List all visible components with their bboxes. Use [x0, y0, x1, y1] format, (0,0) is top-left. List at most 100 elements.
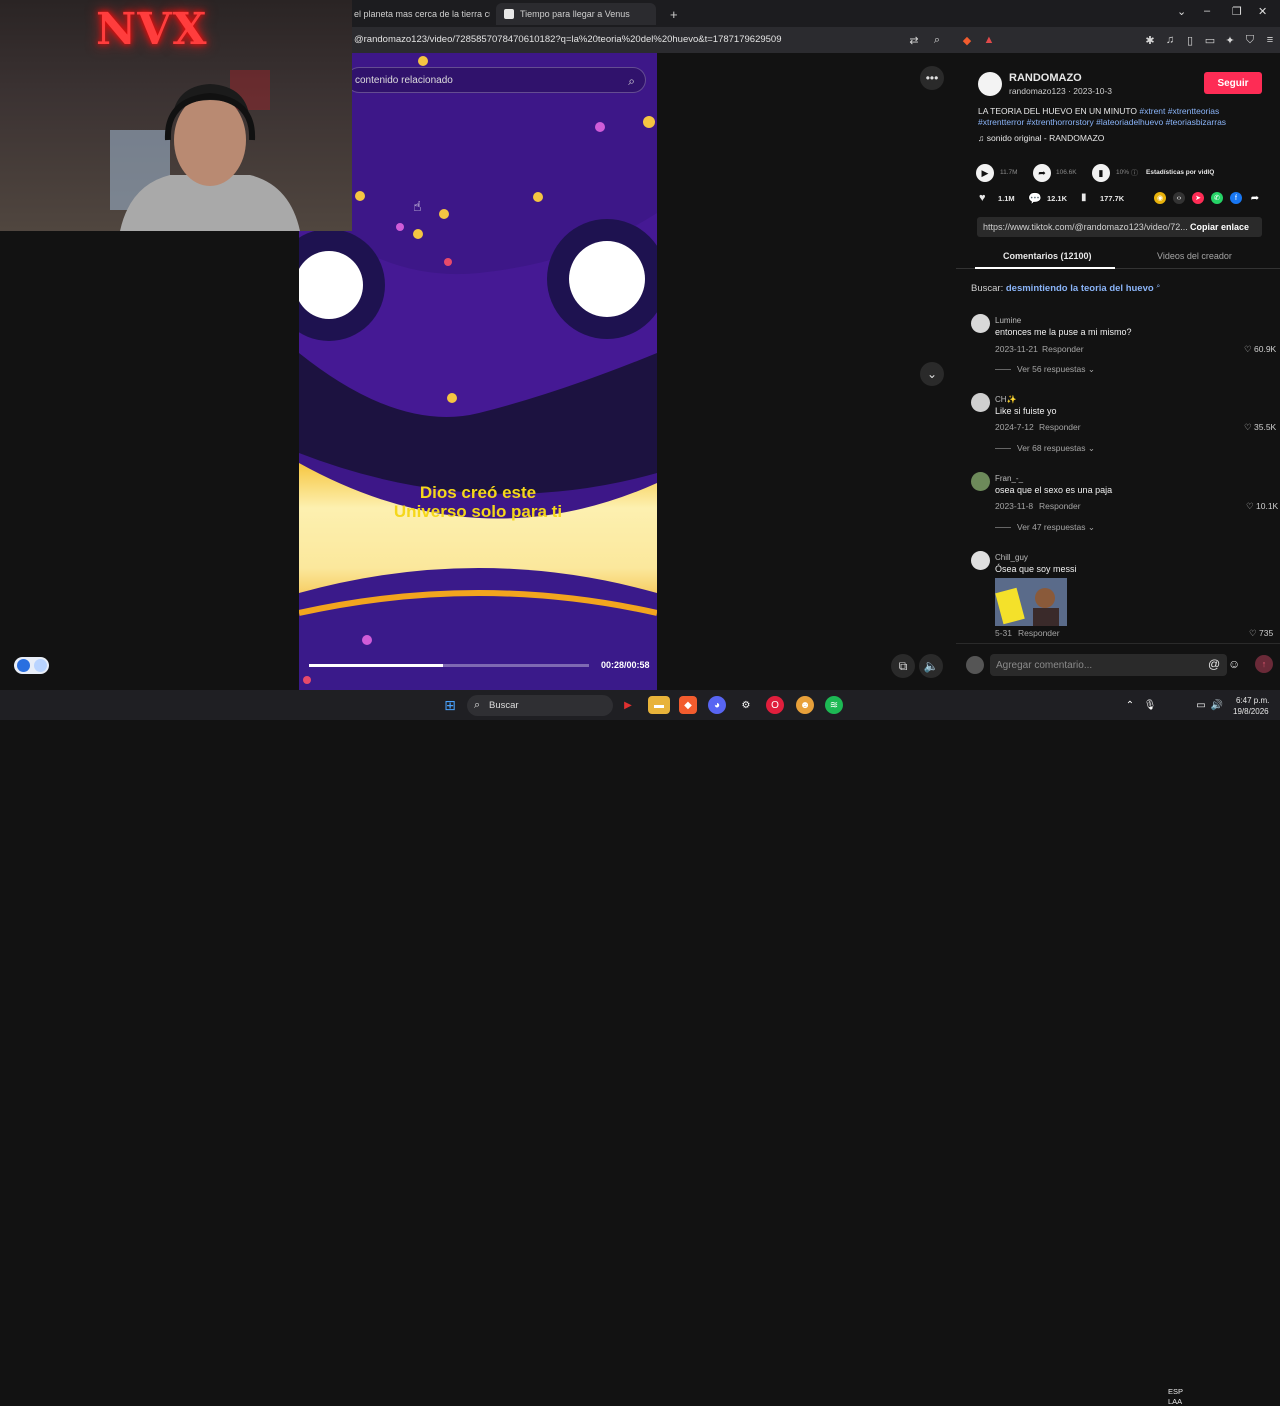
leo-ai-icon[interactable]: ✦: [1223, 33, 1237, 47]
brave-icon[interactable]: ◆: [679, 696, 697, 714]
view-replies-button[interactable]: Ver 47 respuestas ⌄: [995, 522, 1095, 533]
tab-creator-videos[interactable]: Videos del creador: [1157, 251, 1232, 261]
search-icon[interactable]: ⌕: [628, 74, 635, 89]
heart-icon[interactable]: ♥: [979, 192, 986, 204]
sound-link[interactable]: ♫ sonido original - RANDOMAZO: [978, 133, 1104, 143]
browser-tab-1[interactable]: el planeta mas cerca de la tierra cuan: [346, 3, 490, 25]
tab-list-button[interactable]: ⌄: [1177, 5, 1186, 18]
whatsapp-icon[interactable]: ✆: [1211, 192, 1223, 204]
music-icon[interactable]: ♫: [1163, 33, 1177, 47]
language-indicator[interactable]: ESP: [1168, 1387, 1183, 1396]
hashtag-links[interactable]: #xtrenthorrorstory #lateoriadelhuevo #te…: [1027, 117, 1226, 127]
video-caption: LA TEORIA DEL HUEVO EN UN MINUTO #xtrent…: [978, 106, 1219, 116]
subtitle-line-2: Universo solo para ti: [393, 502, 563, 521]
view-replies-button[interactable]: Ver 68 respuestas ⌄: [995, 443, 1095, 454]
comment-likes[interactable]: ♡ 735: [1249, 628, 1273, 639]
new-tab-button[interactable]: +: [662, 3, 682, 25]
commenter-avatar[interactable]: [971, 393, 990, 412]
related-search-input[interactable]: contenido relacionado ⌕: [346, 67, 646, 93]
commenter-name[interactable]: CH✨: [995, 395, 1017, 404]
reply-button[interactable]: Responder: [1018, 628, 1060, 638]
brave-shield-icon[interactable]: ◆: [960, 33, 974, 47]
zoom-icon[interactable]: ⌕: [930, 33, 944, 47]
commenter-avatar[interactable]: [971, 551, 990, 570]
translate-icon[interactable]: ⇄: [907, 33, 921, 47]
sidebar-icon[interactable]: ▯: [1183, 33, 1197, 47]
vpn-icon[interactable]: ⛉: [1243, 33, 1257, 47]
browser-tab-2[interactable]: Tiempo para llegar a Venus: [496, 3, 656, 25]
opera-icon[interactable]: O: [766, 696, 784, 714]
minimize-button[interactable]: –: [1204, 5, 1210, 17]
comment-likes[interactable]: ♡ 60.9K: [1244, 344, 1276, 355]
menu-icon[interactable]: ≡: [1263, 33, 1277, 47]
comment-date: 5-31: [995, 628, 1013, 638]
globe-icon: [504, 9, 514, 19]
author-name[interactable]: RANDOMAZO: [1009, 72, 1082, 84]
steam-icon[interactable]: ⚙: [737, 696, 755, 714]
extensions-icon[interactable]: ✱: [1143, 33, 1157, 47]
clock-date[interactable]: 19/8/2026: [1233, 707, 1269, 716]
video-player[interactable]: [299, 53, 657, 690]
follow-button[interactable]: Seguir: [1204, 72, 1262, 94]
spotify-icon[interactable]: ≋: [825, 696, 843, 714]
url-field[interactable]: @randomazo123/video/7285857078470610182?…: [354, 34, 781, 45]
commenter-avatar[interactable]: [971, 314, 990, 333]
search-placeholder: contenido relacionado: [355, 74, 453, 86]
coin-icon[interactable]: ◉: [1154, 192, 1166, 204]
facebook-icon[interactable]: f: [1230, 192, 1242, 204]
comment-likes[interactable]: ♡ 35.5K: [1244, 422, 1276, 433]
commenter-avatar[interactable]: [971, 472, 990, 491]
chevron-down-icon[interactable]: ⌄: [920, 362, 944, 386]
play-icon[interactable]: ▶: [976, 164, 994, 182]
tab-comments[interactable]: Comentarios (12100): [1003, 251, 1092, 261]
reply-button[interactable]: Responder: [1042, 344, 1084, 354]
more-options-icon[interactable]: •••: [920, 66, 944, 90]
sound-name: sonido original - RANDOMAZO: [986, 133, 1105, 143]
windows-start-icon[interactable]: ⊞: [441, 696, 459, 714]
likes-count: 1.1M: [998, 194, 1015, 203]
comment-likes[interactable]: ♡ 10.1K: [1246, 501, 1278, 512]
share-more-icon[interactable]: ➦: [1249, 192, 1261, 204]
tray-chevron-icon[interactable]: ⌃: [1121, 696, 1139, 714]
comment-icon[interactable]: 💬: [1028, 192, 1042, 205]
add-comment-input[interactable]: Agregar comentario...: [990, 654, 1227, 676]
bookmark-icon[interactable]: ▮: [1081, 192, 1087, 203]
share-arrow-icon[interactable]: ➦: [1033, 164, 1051, 182]
commenter-name[interactable]: Chill_guy: [995, 553, 1028, 562]
clock-time[interactable]: 6:47 p.m.: [1236, 696, 1269, 705]
volume-icon[interactable]: 🔈: [919, 654, 943, 678]
send-icon[interactable]: ➤: [1192, 192, 1204, 204]
wallet-icon[interactable]: ▭: [1203, 33, 1217, 47]
embed-code-icon[interactable]: ‹›: [1173, 192, 1185, 204]
emoji-icon[interactable]: ☺: [1228, 657, 1240, 671]
author-avatar[interactable]: [978, 72, 1002, 96]
picture-in-picture-icon[interactable]: ⧉: [891, 654, 915, 678]
close-button[interactable]: ✕: [1258, 5, 1267, 18]
video-app-icon[interactable]: ▶: [619, 696, 637, 714]
taskbar-search[interactable]: ⌕ Buscar: [467, 695, 613, 716]
speaker-icon[interactable]: 🔊: [1208, 696, 1226, 714]
copy-link-button[interactable]: Copiar enlace: [1190, 222, 1249, 232]
discord-icon[interactable]: ◕: [708, 696, 726, 714]
hashtag-links[interactable]: #xtrent #xtrentteorias: [1139, 106, 1219, 116]
reply-button[interactable]: Responder: [1039, 422, 1081, 432]
stats-chart-icon[interactable]: ▮: [1092, 164, 1110, 182]
suggested-search-link[interactable]: desmintiendo la teoria del huevo: [1006, 283, 1154, 294]
microphone-icon[interactable]: 🎙: [1141, 696, 1159, 714]
chat-app-icon[interactable]: ☻: [796, 696, 814, 714]
reply-button[interactable]: Responder: [1039, 501, 1081, 511]
comment-date: 2024-7-12: [995, 422, 1034, 432]
post-comment-icon[interactable]: ↑: [1255, 655, 1273, 673]
rewards-icon[interactable]: ▲: [982, 33, 996, 47]
hashtag-link[interactable]: #xtrentterror: [978, 117, 1024, 127]
floating-widget[interactable]: [14, 657, 49, 674]
video-link-text: https://www.tiktok.com/@randomazo123/vid…: [983, 222, 1188, 232]
windows-taskbar: ⊞ ⌕ Buscar ▶ ▬ ◆ ◕ ⚙ O ☻ ≋ ⌃ 🎙 ESP LAA ▭…: [0, 690, 1280, 1406]
file-explorer-icon[interactable]: ▬: [648, 696, 670, 714]
commenter-name[interactable]: Lumine: [995, 316, 1021, 325]
mention-icon[interactable]: @: [1208, 657, 1220, 671]
video-progress-bar[interactable]: [309, 664, 589, 667]
restore-button[interactable]: ❐: [1232, 5, 1242, 18]
commenter-name[interactable]: Fran_-_: [995, 474, 1023, 483]
view-replies-button[interactable]: Ver 56 respuestas ⌄: [995, 364, 1095, 375]
